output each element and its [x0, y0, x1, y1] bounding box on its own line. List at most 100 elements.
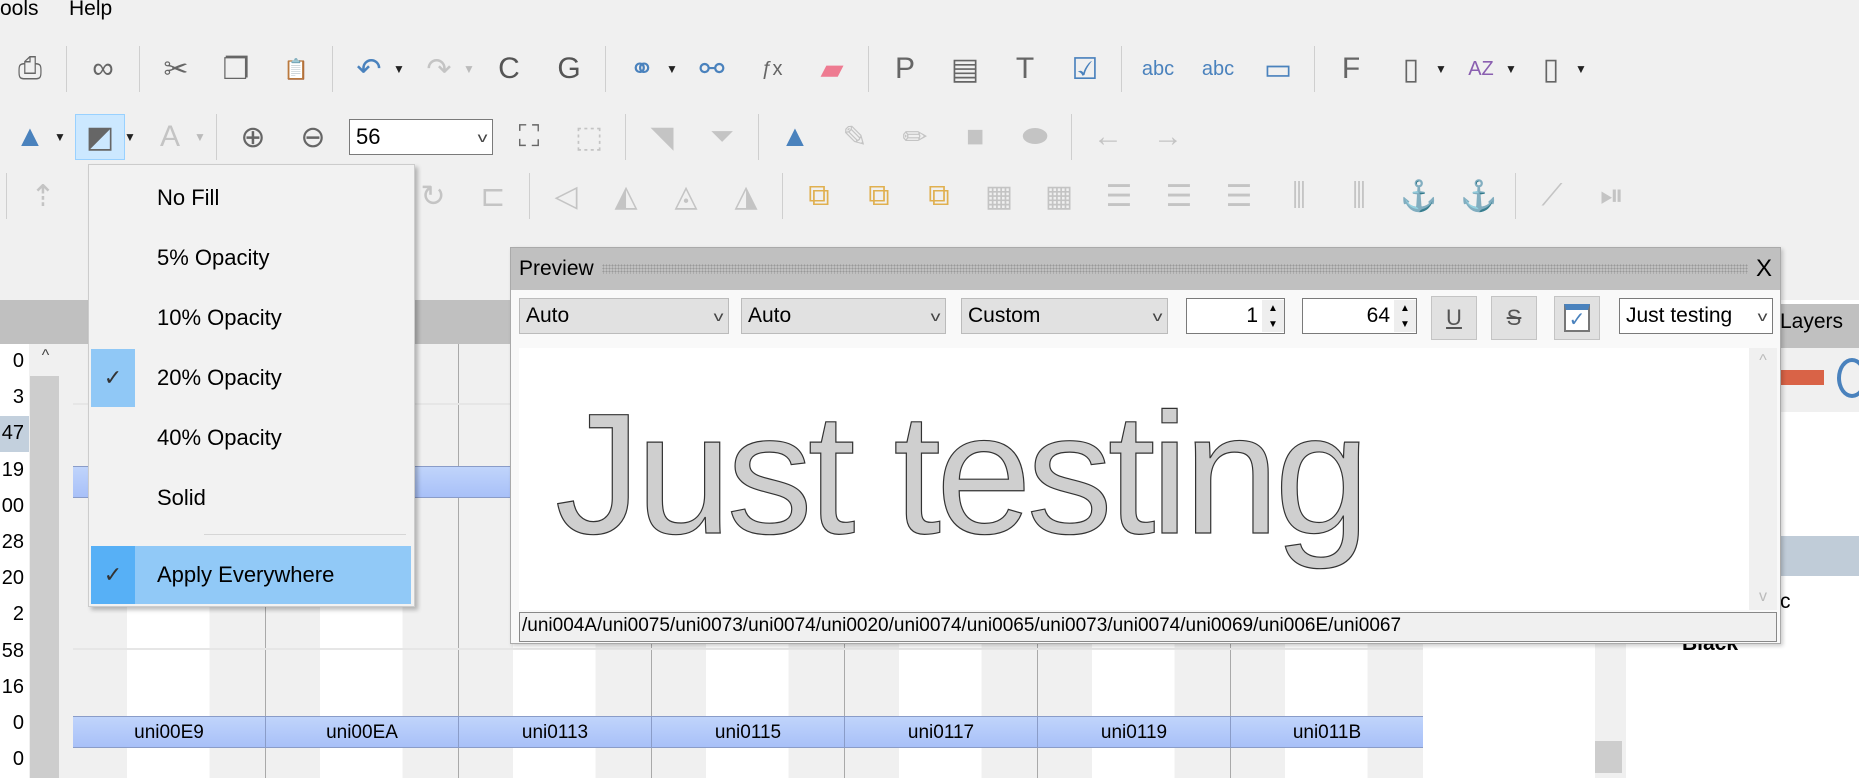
- glyph-label[interactable]: uni0113: [459, 716, 652, 748]
- node-icon[interactable]: [1837, 358, 1859, 398]
- dropdown-arrow-icon[interactable]: ▼: [124, 130, 136, 144]
- table-rows-button[interactable]: ☰: [1094, 173, 1144, 219]
- glyph-label[interactable]: uni00EA: [266, 716, 459, 748]
- checkbox-button[interactable]: ☑: [1060, 46, 1110, 92]
- document-tag-button[interactable]: ▯: [1526, 46, 1576, 92]
- menu-item-10-opacity[interactable]: 10% Opacity: [91, 289, 411, 347]
- glyph-path-field[interactable]: /uni004A/uni0075/uni0073/uni0074/uni0020…: [519, 612, 1777, 642]
- strikethrough-button[interactable]: S: [1491, 296, 1537, 340]
- sort-az-button[interactable]: AZ: [1456, 46, 1506, 92]
- arrow-right-button[interactable]: →: [1143, 114, 1193, 160]
- table-undo-button[interactable]: ▦: [1034, 173, 1084, 219]
- underline-button[interactable]: U: [1431, 296, 1477, 340]
- glyph-label[interactable]: uni011B: [1231, 716, 1424, 748]
- spell-check-button[interactable]: abc: [1133, 46, 1183, 92]
- intersect-button[interactable]: ⧉: [854, 173, 904, 219]
- arrow-left-button[interactable]: ←: [1083, 114, 1133, 160]
- table-edit-button[interactable]: ▤: [940, 46, 990, 92]
- brush-button[interactable]: ✎: [830, 114, 880, 160]
- flip-horizontal-button[interactable]: ◭: [601, 173, 651, 219]
- add-component-button[interactable]: C: [484, 46, 534, 92]
- dropdown-arrow-icon[interactable]: ▼: [1435, 62, 1447, 76]
- cut-button[interactable]: ✂: [151, 46, 201, 92]
- rotate-left-button[interactable]: ◬: [661, 173, 711, 219]
- rotate-button[interactable]: ↻: [408, 173, 458, 219]
- dropdown-arrow-icon[interactable]: ▼: [54, 130, 66, 144]
- new-document-button[interactable]: ▯: [1386, 46, 1436, 92]
- text-transform-button[interactable]: T: [1000, 46, 1050, 92]
- preview-select-2[interactable]: Auto v: [741, 298, 946, 334]
- difference-button[interactable]: ⧉: [914, 173, 964, 219]
- preview-scrollbar[interactable]: ^ v: [1749, 348, 1777, 610]
- dropdown-arrow-icon[interactable]: ▼: [1575, 62, 1587, 76]
- ellipse-button[interactable]: ⬬: [1010, 114, 1060, 160]
- union-button[interactable]: ⧉: [794, 173, 844, 219]
- menu-item-5-opacity[interactable]: 5% Opacity: [91, 229, 411, 287]
- scrollbar-thumb[interactable]: [30, 376, 59, 778]
- menu-item-no-fill[interactable]: No Fill: [91, 169, 411, 227]
- zoom-level-combobox[interactable]: 56 v: [349, 119, 493, 155]
- printer-button[interactable]: ⎙: [5, 46, 55, 92]
- zoom-in-button[interactable]: ⊕: [228, 114, 278, 160]
- scroll-up-icon[interactable]: ^: [29, 347, 62, 365]
- rectangle-button[interactable]: ■: [950, 114, 1000, 160]
- preview-select-1[interactable]: Auto v: [519, 298, 729, 334]
- triangle-button[interactable]: ◥: [637, 114, 687, 160]
- web-spell-check-button[interactable]: abc: [1193, 46, 1243, 92]
- node-button[interactable]: ⟋: [1527, 173, 1577, 219]
- table-rows-lock-button[interactable]: ☰: [1214, 173, 1264, 219]
- dropdown-arrow-icon[interactable]: ▼: [463, 62, 475, 76]
- scrollbar-thumb[interactable]: [1595, 741, 1622, 773]
- copy-button[interactable]: ❐: [211, 46, 261, 92]
- glyph-label[interactable]: uni0115: [652, 716, 845, 748]
- pencil-button[interactable]: ✏: [890, 114, 940, 160]
- spin-arrows-icon[interactable]: ▲ ▼: [1394, 300, 1416, 332]
- image-zoom-button[interactable]: ▲: [5, 114, 55, 160]
- media-controls-button[interactable]: ⏯: [1587, 173, 1637, 219]
- dropdown-arrow-icon[interactable]: ▼: [194, 130, 206, 144]
- link-button[interactable]: ⚭: [617, 46, 667, 92]
- zoom-out-button[interactable]: ⊖: [288, 114, 338, 160]
- layer-color-swatch[interactable]: [1779, 370, 1824, 385]
- dropdown-arrow-icon[interactable]: ▼: [666, 62, 678, 76]
- fx-button[interactable]: ƒx: [747, 46, 797, 92]
- menu-item-apply-everywhere[interactable]: ✓ Apply Everywhere: [91, 546, 411, 604]
- fill-opacity-button[interactable]: ◩: [75, 114, 125, 160]
- preview-canvas[interactable]: Just testing: [519, 348, 1749, 610]
- eraser-button[interactable]: ▰: [807, 46, 857, 92]
- flip-left-button[interactable]: ◁: [541, 173, 591, 219]
- dropdown-arrow-icon[interactable]: ▼: [393, 62, 405, 76]
- preview-select-3[interactable]: Custom v: [961, 298, 1168, 334]
- menu-tools[interactable]: ools: [0, 0, 39, 21]
- close-icon[interactable]: X: [1756, 255, 1772, 283]
- anchor-lock-button[interactable]: ⚓: [1454, 173, 1504, 219]
- preview-spinbox-1[interactable]: 1 ▲ ▼: [1186, 298, 1285, 334]
- add-image-button[interactable]: ▲: [770, 114, 820, 160]
- add-glyph-button[interactable]: G: [544, 46, 594, 92]
- table-rows-undo-button[interactable]: ☰: [1154, 173, 1204, 219]
- align-up-button[interactable]: ⇡: [18, 173, 68, 219]
- rotate-right-button[interactable]: ◮: [721, 173, 771, 219]
- unlink-button[interactable]: ⚯: [687, 46, 737, 92]
- scroll-down-icon[interactable]: v: [1749, 588, 1777, 606]
- fit-to-window-button[interactable]: ⛶: [504, 114, 554, 160]
- glyph-label[interactable]: uni0119: [1038, 716, 1231, 748]
- menu-help[interactable]: Help: [69, 0, 112, 21]
- layers-tab[interactable]: Layers: [1780, 310, 1843, 334]
- dropdown-arrow-icon[interactable]: ▼: [1505, 62, 1517, 76]
- preview-text-select[interactable]: Just testing v: [1619, 298, 1773, 334]
- menu-item-20-opacity[interactable]: ✓ 20% Opacity: [91, 349, 411, 407]
- clamp-button[interactable]: ⊏: [468, 173, 518, 219]
- binoculars-button[interactable]: ∞: [78, 46, 128, 92]
- zoom-selection-button[interactable]: ⬚: [564, 114, 614, 160]
- scroll-up-icon[interactable]: ^: [1749, 352, 1777, 370]
- paste-button[interactable]: 📋: [271, 46, 321, 92]
- left-scrollbar[interactable]: ^: [29, 344, 62, 778]
- properties-settings-button[interactable]: P: [880, 46, 930, 92]
- table-columns-button[interactable]: ⫼: [1274, 173, 1324, 219]
- table-button[interactable]: ▦: [974, 173, 1024, 219]
- glyph-label[interactable]: uni00E9: [73, 716, 266, 748]
- show-metrics-toggle[interactable]: ✓: [1554, 296, 1600, 340]
- font-search-button[interactable]: F: [1326, 46, 1376, 92]
- undo-button[interactable]: ↶: [344, 46, 394, 92]
